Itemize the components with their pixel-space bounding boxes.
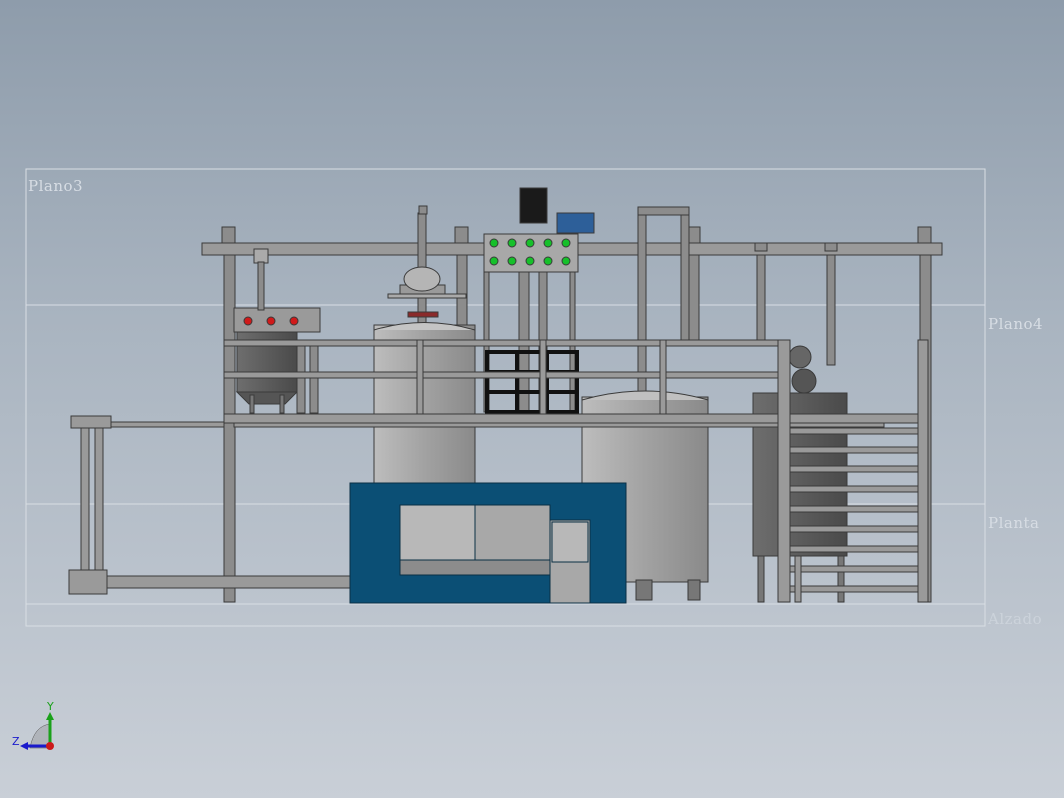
cad-viewport[interactable]: Plano3 Plano4 Planta Alzado Y Z	[0, 0, 1064, 798]
triad-label-y: Y	[47, 700, 54, 713]
black-rack	[485, 350, 579, 414]
left-frame	[68, 415, 353, 595]
blue-base-frame	[349, 482, 627, 604]
indicator-red-2	[266, 316, 276, 326]
orientation-triad	[20, 712, 54, 750]
triad-label-z: Z	[12, 735, 20, 748]
motor-box	[519, 187, 548, 224]
indicator-red-1	[243, 316, 253, 326]
left-hopper	[233, 248, 321, 414]
indicator-red-3	[289, 316, 299, 326]
plane-label-planta: Planta	[988, 514, 1040, 532]
plane-label-plano4: Plano4	[988, 315, 1044, 333]
plane-label-alzado: Alzado	[988, 610, 1043, 628]
blue-box	[556, 212, 595, 234]
x-axis-dot	[46, 742, 54, 750]
model-view	[20, 168, 986, 750]
plane-label-plano3: Plano3	[28, 177, 84, 195]
